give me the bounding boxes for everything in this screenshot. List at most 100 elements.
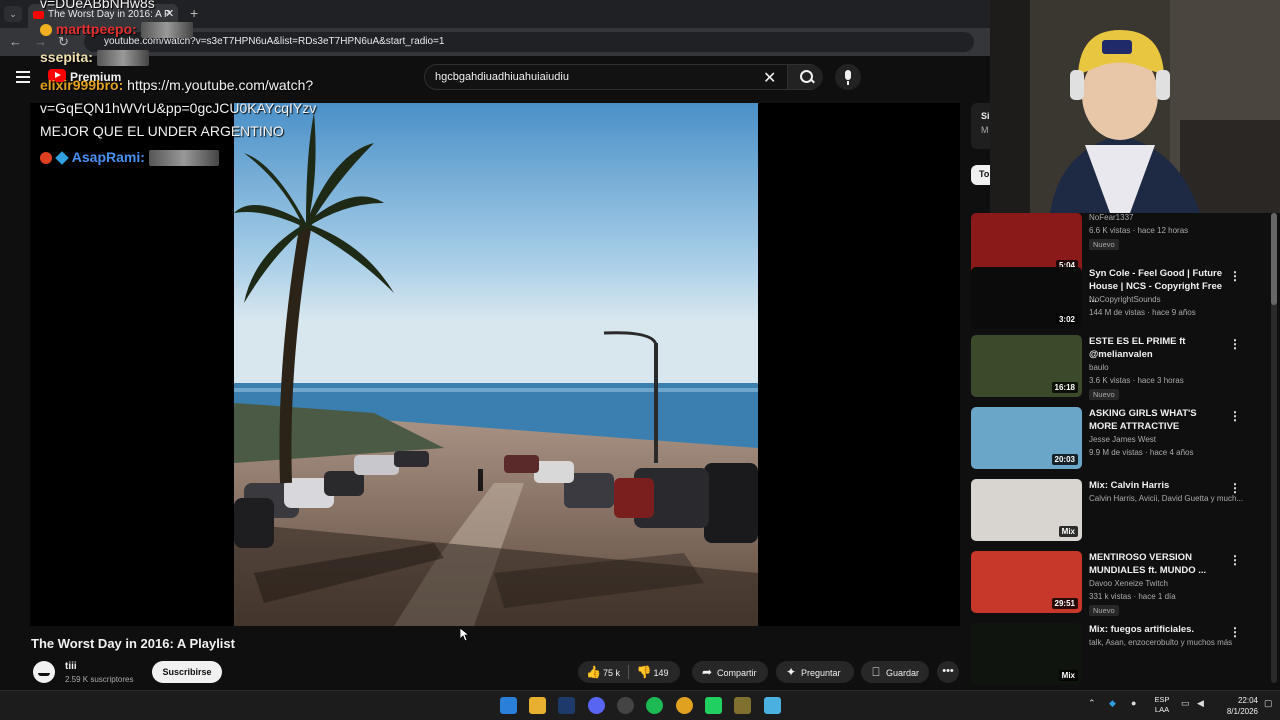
chat-emote-icon [96,50,149,67]
scrollbar-thumb[interactable] [1271,213,1277,305]
ask-button[interactable]: ✦ Preguntar [776,661,854,683]
divider [628,665,629,679]
notepad-icon[interactable] [764,697,781,714]
recommendation-title[interactable]: Mix: Calvin Harris [1089,479,1224,492]
recommendation-channel[interactable]: NoCopyrightSounds [1089,295,1161,304]
recommendation-item[interactable]: 20:03 ASKING GIRLS WHAT'S MORE ATTRACTIVE… [971,407,1271,469]
search-input[interactable]: hgcbgahdiuadhiuahuiaiudiu [435,71,569,83]
notifications-icon[interactable]: ▢ [1264,698,1273,709]
dislike-icon[interactable]: 👎 [637,661,652,683]
file-explorer-icon[interactable] [529,697,546,714]
notes-app-icon[interactable] [734,697,751,714]
recommendation-title[interactable]: MENTIROSO VERSION MUNDIALES ft. MUNDO ..… [1089,551,1224,577]
obs-icon[interactable] [617,697,634,714]
video-duration-badge: 3:02 [1055,314,1078,325]
recommendation-item[interactable]: Mix Mix: Calvin Harris Calvin Harris, Avic… [971,479,1271,541]
more-options-icon[interactable]: ⋮ [1229,553,1241,567]
system-clock[interactable]: 22:04 8/1/2026 [1222,695,1258,717]
chat-username[interactable]: marttpeepo: [56,21,137,37]
recommendation-channel[interactable]: baulo [1089,363,1109,372]
windows-taskbar: ⌃ ◆ ● ESP LAA ▭ ◀ 22:04 8/1/2026 ▢ [0,690,1280,720]
beach-scene-image [234,103,758,626]
subscribe-button[interactable]: Suscribirse [152,661,222,683]
chat-link[interactable]: https://m.youtube.com/watch? [127,77,313,93]
recommendation-title[interactable]: ASKING GIRLS WHAT'S MORE ATTRACTIVE [1089,407,1224,433]
like-dislike-group: 👍 75 k 👎 149 [578,661,680,683]
save-label: Guardar [886,668,920,678]
tray-app-icon[interactable]: ◆ [1109,698,1116,709]
chat-text: MEJOR QUE EL UNDER ARGENTINO [40,123,284,139]
tray-chevron-icon[interactable]: ⌃ [1088,698,1096,709]
more-options-icon[interactable]: ⋮ [1229,337,1241,351]
chat-username[interactable]: AsapRami: [72,149,145,165]
recommendation-thumbnail[interactable]: Mix [971,623,1082,685]
chat-message: elixir999bro: https://m.youtube.com/watc… [40,74,313,97]
video-duration-badge: 29:51 [1051,598,1078,609]
more-options-icon[interactable]: ⋮ [1229,269,1241,283]
recommendation-thumbnail[interactable]: Mix [971,479,1082,541]
recommendation-item[interactable]: Mix Mix: fuegos artificiales. talk, Asan, … [971,623,1271,685]
kick-icon[interactable] [705,697,722,714]
recommendation-title[interactable]: Mix: fuegos artificiales. [1089,623,1224,636]
video-player[interactable] [30,103,960,626]
video-duration-badge: 16:18 [1051,382,1078,393]
dislike-count[interactable]: 149 [654,668,669,678]
microphone-tray-icon[interactable]: ● [1131,698,1136,708]
address-bar[interactable]: youtube.com/watch?v=s3eT7HPN6uA&list=RDs… [84,32,974,52]
more-options-icon[interactable]: ⋮ [1229,481,1241,495]
recommendation-channel[interactable]: Calvin Harris, Avicii, David Guetta y mu… [1089,494,1243,503]
language-code: ESP [1154,695,1170,704]
search-box[interactable]: hgcbgahdiuadhiuahuiaiudiu ✕ [424,64,823,90]
save-button[interactable]: ⎕ Guardar [861,661,929,683]
network-icon[interactable]: ▭ [1181,698,1190,709]
recommendation-item[interactable]: 29:51 MENTIROSO VERSION MUNDIALES ft. MUN… [971,551,1271,616]
spotify-icon[interactable] [646,697,663,714]
recommendation-thumbnail[interactable]: 3:02 [971,267,1082,329]
recommendation-item[interactable]: 5:04 NoFear1337 6.6 K vistas · hace 12 hor… [971,213,1271,275]
recommendation-meta: 331 k vistas · hace 1 día [1089,592,1176,601]
more-actions-icon[interactable]: ••• [937,661,959,683]
recommendation-thumbnail[interactable]: 5:04 [971,213,1082,275]
video-frame[interactable] [234,103,758,626]
recommendation-thumbnail[interactable]: 29:51 [971,551,1082,613]
steam-icon[interactable] [558,697,575,714]
sidebar-scrollbar[interactable] [1271,213,1277,683]
recommendation-item[interactable]: 3:02 Syn Cole - Feel Good | Future House … [971,267,1271,329]
clear-search-icon[interactable]: ✕ [763,68,776,88]
share-button[interactable]: ➦ Compartir [692,661,768,683]
like-count[interactable]: 75 k [603,668,620,678]
windows-start-icon[interactable] [500,697,517,714]
ask-label: Preguntar [801,668,841,678]
back-arrow-icon[interactable]: ← [9,34,22,49]
recommendation-thumbnail[interactable]: 16:18 [971,335,1082,397]
channel-name[interactable]: tiii [65,661,77,672]
more-options-icon[interactable]: ⋮ [1229,409,1241,423]
share-label: Compartir [717,668,757,678]
search-icon[interactable] [787,65,823,89]
language-indicator[interactable]: ESP LAA [1153,695,1171,715]
menu-icon[interactable] [16,71,30,83]
recommendation-channel[interactable]: talk, Asan, enzocerobulto y muchos más [1089,638,1232,647]
clock-time: 22:04 [1237,696,1258,705]
chat-emote-icon [140,22,193,39]
channel-avatar[interactable] [33,661,55,683]
keyboard-layout: LAA [1154,705,1170,714]
subscriber-count: 2.59 K suscriptores [65,675,134,684]
microphone-icon[interactable] [835,64,861,90]
tab-search-button[interactable]: ⌄ [4,6,22,22]
like-icon[interactable]: 👍 [586,661,601,683]
more-options-icon[interactable]: ⋮ [1229,625,1241,639]
chat-username[interactable]: ssepita: [40,49,93,65]
chat-username[interactable]: elixir999bro: [40,77,123,93]
video-duration-badge: Mix [1058,670,1078,681]
emoji-badge-icon [40,24,52,37]
recommendation-channel[interactable]: Davoo Xeneize Twitch [1089,579,1168,588]
recommendation-channel[interactable]: Jesse James West [1089,435,1156,444]
recommendation-item[interactable]: 16:18 ESTE ES EL PRIME ft @melianvalen bau… [971,335,1271,400]
chrome-icon[interactable] [676,697,693,714]
recommendation-channel[interactable]: NoFear1337 [1089,213,1133,222]
volume-icon[interactable]: ◀ [1197,698,1204,709]
discord-icon[interactable] [588,697,605,714]
recommendation-thumbnail[interactable]: 20:03 [971,407,1082,469]
recommendation-title[interactable]: ESTE ES EL PRIME ft @melianvalen [1089,335,1224,361]
